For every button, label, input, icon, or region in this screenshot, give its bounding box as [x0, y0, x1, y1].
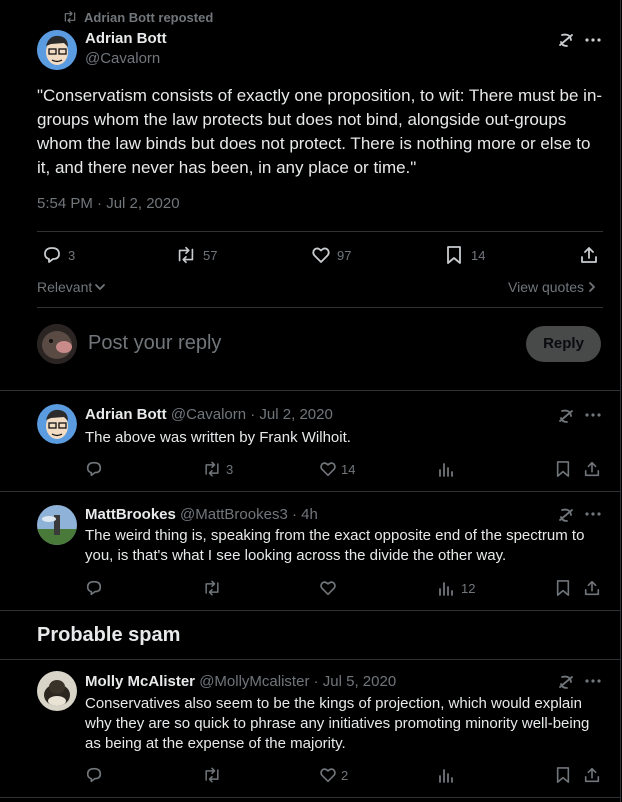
divider [0, 797, 620, 798]
like-count: 14 [341, 461, 356, 477]
repost-icon [202, 460, 222, 478]
divider [0, 390, 620, 391]
reply-text: The weird thing is, speaking from the ex… [85, 527, 585, 564]
reply-count: 3 [68, 247, 76, 263]
sort-dropdown[interactable]: Relevant [37, 279, 106, 295]
divider [37, 307, 603, 308]
conversation-timeline: Adrian Bott reposted Adrian Bott @Cavalo… [0, 0, 621, 802]
like-icon [311, 245, 331, 265]
author-meta[interactable]: @MollyMcalister · Jul 5, 2020 [199, 673, 396, 690]
like-button[interactable]: 14 [319, 460, 355, 478]
reply-button[interactable] [85, 460, 109, 478]
repost-icon [202, 766, 222, 784]
bookmark-icon[interactable] [555, 579, 571, 597]
repost-label: Adrian Bott reposted [84, 10, 214, 25]
like-button[interactable] [319, 579, 341, 597]
avatar[interactable] [37, 505, 77, 545]
author-meta[interactable]: @MattBrookes3 · 4h [180, 506, 318, 523]
reply-header: Adrian Bott @Cavalorn · Jul 2, 2020 [85, 405, 333, 425]
reply-icon [85, 460, 103, 478]
chevron-down-icon [94, 281, 106, 293]
avatar[interactable] [37, 404, 77, 444]
section-heading: Probable spam [37, 624, 181, 646]
author-name[interactable]: Adrian Bott [85, 30, 167, 47]
repost-count: 3 [226, 461, 234, 477]
bookmark-count: 14 [471, 247, 486, 263]
more-icon[interactable] [584, 678, 602, 684]
repost-icon [175, 245, 197, 265]
share-icon[interactable] [583, 579, 601, 597]
avatar[interactable] [37, 324, 77, 364]
grok-icon[interactable] [556, 406, 576, 426]
divider [37, 231, 603, 232]
reply-icon [42, 245, 62, 265]
repost-count: 57 [203, 247, 218, 263]
repost-button[interactable]: 3 [202, 460, 233, 478]
views-count: 12 [461, 580, 476, 596]
reply-text: Conservatives also seem to be the kings … [85, 695, 590, 752]
views-button[interactable] [437, 460, 459, 478]
post-timestamp[interactable]: 5:54 PM · Jul 2, 2020 [37, 195, 180, 212]
like-count: 97 [337, 247, 352, 263]
divider [0, 610, 620, 611]
divider [0, 491, 620, 492]
repost-button[interactable] [202, 579, 226, 597]
reply-header: Molly McAlister @MollyMcalister · Jul 5,… [85, 672, 396, 692]
more-icon[interactable] [584, 511, 602, 517]
author-name[interactable]: Molly McAlister [85, 673, 195, 690]
reply-button[interactable]: 3 [42, 245, 75, 265]
views-icon [437, 579, 455, 597]
view-quotes-link[interactable]: View quotes [508, 279, 597, 295]
reply-icon [85, 579, 103, 597]
divider [0, 659, 620, 660]
reply-button[interactable] [85, 579, 109, 597]
like-button[interactable]: 97 [311, 245, 351, 265]
author-meta[interactable]: @Cavalorn · Jul 2, 2020 [171, 406, 333, 423]
post-text: "Conservatism consists of exactly one pr… [37, 86, 603, 177]
repost-icon [202, 579, 222, 597]
share-icon[interactable] [583, 766, 601, 784]
author-name[interactable]: Adrian Bott [85, 406, 167, 423]
views-button[interactable]: 12 [437, 579, 475, 597]
reply-header: MattBrookes @MattBrookes3 · 4h [85, 505, 318, 525]
grok-icon[interactable] [556, 30, 576, 50]
like-icon [319, 766, 337, 784]
bookmark-icon [445, 245, 463, 265]
reply-input[interactable]: Post your reply [88, 332, 221, 355]
repost-button[interactable] [202, 766, 226, 784]
views-icon [437, 460, 455, 478]
more-icon[interactable] [584, 37, 602, 43]
bookmark-icon[interactable] [555, 460, 571, 478]
repost-button[interactable]: 57 [175, 245, 217, 265]
bookmark-icon[interactable] [555, 766, 571, 784]
bookmark-button[interactable]: 14 [445, 245, 485, 265]
chevron-right-icon [587, 281, 597, 293]
view-quotes-label: View quotes [508, 279, 585, 295]
like-button[interactable]: 2 [319, 766, 348, 784]
grok-icon[interactable] [556, 505, 576, 525]
reply-submit-button[interactable]: Reply [526, 326, 601, 362]
sort-label: Relevant [37, 279, 93, 295]
like-icon [319, 579, 337, 597]
reply-button[interactable] [85, 766, 109, 784]
avatar[interactable] [37, 30, 77, 70]
avatar[interactable] [37, 671, 77, 711]
reply-text: The above was written by Frank Wilhoit. [85, 429, 351, 446]
views-icon [437, 766, 455, 784]
author-handle[interactable]: @Cavalorn [85, 50, 160, 67]
share-icon[interactable] [583, 460, 601, 478]
reply-icon [85, 766, 103, 784]
share-icon[interactable] [579, 245, 599, 265]
like-count: 2 [341, 767, 349, 783]
more-icon[interactable] [584, 412, 602, 418]
views-button[interactable] [437, 766, 459, 784]
author-name[interactable]: MattBrookes [85, 506, 176, 523]
grok-icon[interactable] [556, 672, 576, 692]
repost-icon [62, 10, 78, 24]
like-icon [319, 460, 337, 478]
